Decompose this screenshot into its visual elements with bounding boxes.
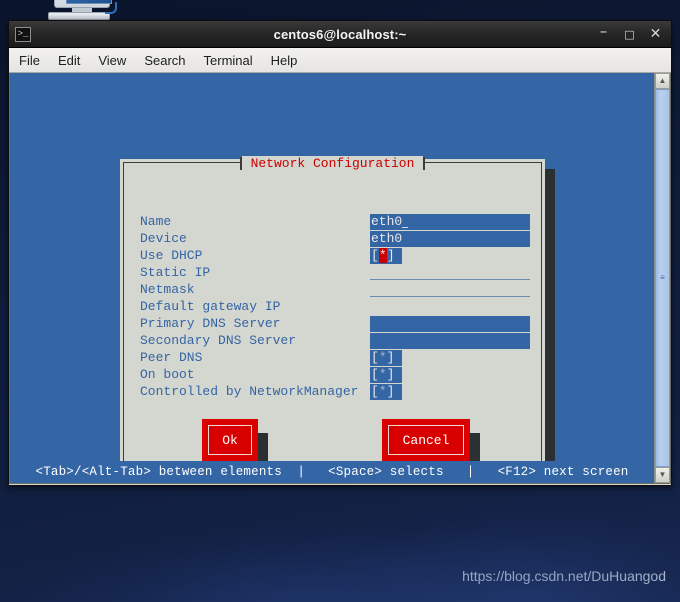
- text-cursor: [402, 215, 409, 228]
- input-secondary-dns[interactable]: [370, 332, 530, 349]
- scrollbar-thumb[interactable]: ≡: [655, 89, 670, 467]
- menu-item-help[interactable]: Help: [271, 53, 298, 68]
- terminal-screen[interactable]: Network Configuration Name eth0 Device e…: [10, 73, 654, 483]
- input-static-ip[interactable]: [370, 265, 530, 280]
- form-row-peer-dns: Peer DNS [*]: [140, 349, 527, 366]
- network-form: Name eth0 Device eth0 Use DHCP [*] Sta…: [140, 213, 530, 400]
- terminal-icon: >_: [15, 26, 31, 42]
- ok-button[interactable]: Ok: [202, 419, 258, 461]
- label-on-boot: On boot: [140, 367, 195, 382]
- label-primary-dns: Primary DNS Server: [140, 316, 281, 331]
- cancel-button-label: Cancel: [388, 425, 464, 455]
- label-name: Name: [140, 214, 172, 229]
- label-peer-dns: Peer DNS: [140, 350, 203, 365]
- cancel-button[interactable]: Cancel: [382, 419, 470, 461]
- minimize-icon[interactable]: –: [597, 23, 610, 38]
- form-row-device: Device eth0: [140, 230, 530, 247]
- form-row-netmask: Netmask: [140, 281, 530, 298]
- title-bar[interactable]: >_ centos6@localhost:~ – □ ✕: [9, 21, 671, 48]
- input-name[interactable]: eth0: [370, 213, 530, 230]
- form-row-use-dhcp: Use DHCP [*]: [140, 247, 527, 264]
- scroll-down-icon[interactable]: ▼: [655, 467, 670, 483]
- terminal-window[interactable]: >_ centos6@localhost:~ – □ ✕ File Edit V…: [8, 20, 672, 486]
- checkbox-on-boot[interactable]: [*]: [370, 366, 402, 383]
- window-title: centos6@localhost:~: [273, 26, 407, 42]
- label-netmask: Netmask: [140, 282, 195, 297]
- scroll-up-icon[interactable]: ▲: [655, 73, 670, 89]
- title-cap-right: [423, 156, 426, 170]
- menu-item-terminal[interactable]: Terminal: [204, 53, 253, 68]
- checkbox-peer-dns[interactable]: [*]: [370, 349, 402, 366]
- form-row-primary-dns: Primary DNS Server: [140, 315, 530, 332]
- form-row-networkmanager: Controlled by NetworkManager [*]: [140, 383, 527, 400]
- label-default-gateway: Default gateway IP: [140, 299, 281, 314]
- label-device: Device: [140, 231, 187, 246]
- scrollbar-grip-icon: ≡: [660, 273, 665, 282]
- network-configuration-dialog: Network Configuration Name eth0 Device e…: [120, 155, 545, 483]
- input-device[interactable]: eth0: [370, 230, 530, 247]
- watermark: https://blog.csdn.net/DuHuangod: [462, 568, 666, 584]
- menu-item-file[interactable]: File: [19, 53, 40, 68]
- window-controls: – □ ✕: [597, 23, 665, 41]
- menu-item-edit[interactable]: Edit: [58, 53, 80, 68]
- ok-button-wrap: Ok: [202, 419, 268, 475]
- label-static-ip: Static IP: [140, 265, 211, 280]
- form-row-on-boot: On boot [*]: [140, 366, 527, 383]
- dialog-frame: Network Configuration Name eth0 Device e…: [123, 155, 542, 483]
- dialog-title-row: Network Configuration: [124, 155, 541, 171]
- form-row-default-gateway: Default gateway IP: [140, 298, 527, 315]
- dialog-buttons: Ok Cancel: [124, 419, 541, 483]
- input-device-value: eth0: [371, 231, 403, 246]
- menu-item-search[interactable]: Search: [144, 53, 185, 68]
- close-icon[interactable]: ✕: [649, 27, 662, 41]
- label-use-dhcp: Use DHCP: [140, 248, 203, 263]
- input-netmask[interactable]: [370, 282, 530, 297]
- terminal-scrollbar[interactable]: ▲ ≡ ▼: [654, 73, 670, 483]
- checkbox-on-boot-mark: *: [378, 367, 387, 382]
- desktop-background: >_ centos6@localhost:~ – □ ✕ File Edit V…: [0, 0, 680, 602]
- checkbox-use-dhcp-mark: *: [378, 248, 387, 263]
- input-name-value: eth0: [371, 214, 403, 229]
- checkbox-use-dhcp[interactable]: [*]: [370, 247, 402, 264]
- label-secondary-dns: Secondary DNS Server: [140, 333, 297, 348]
- checkbox-peer-dns-mark: *: [378, 350, 387, 365]
- form-row-static-ip: Static IP: [140, 264, 530, 281]
- ok-button-label: Ok: [208, 425, 252, 455]
- input-primary-dns[interactable]: [370, 315, 530, 332]
- status-bar: <Tab>/<Alt-Tab> between elements | <Spac…: [10, 461, 654, 483]
- keyboard-icon: [48, 12, 110, 20]
- form-row-name: Name eth0: [140, 213, 530, 230]
- dialog-title: Network Configuration: [241, 155, 424, 171]
- menu-item-view[interactable]: View: [98, 53, 126, 68]
- monitor-body: [54, 0, 112, 8]
- maximize-icon[interactable]: □: [623, 28, 636, 41]
- mouse-cable-icon: [105, 2, 117, 14]
- checkbox-networkmanager-mark: *: [378, 384, 387, 399]
- menu-bar: File Edit View Search Terminal Help: [9, 48, 671, 73]
- cancel-button-wrap: Cancel: [382, 419, 480, 475]
- form-row-secondary-dns: Secondary DNS Server: [140, 332, 530, 349]
- checkbox-networkmanager[interactable]: [*]: [370, 383, 402, 400]
- label-networkmanager: Controlled by NetworkManager: [140, 384, 359, 399]
- terminal-body: Network Configuration Name eth0 Device e…: [9, 73, 671, 484]
